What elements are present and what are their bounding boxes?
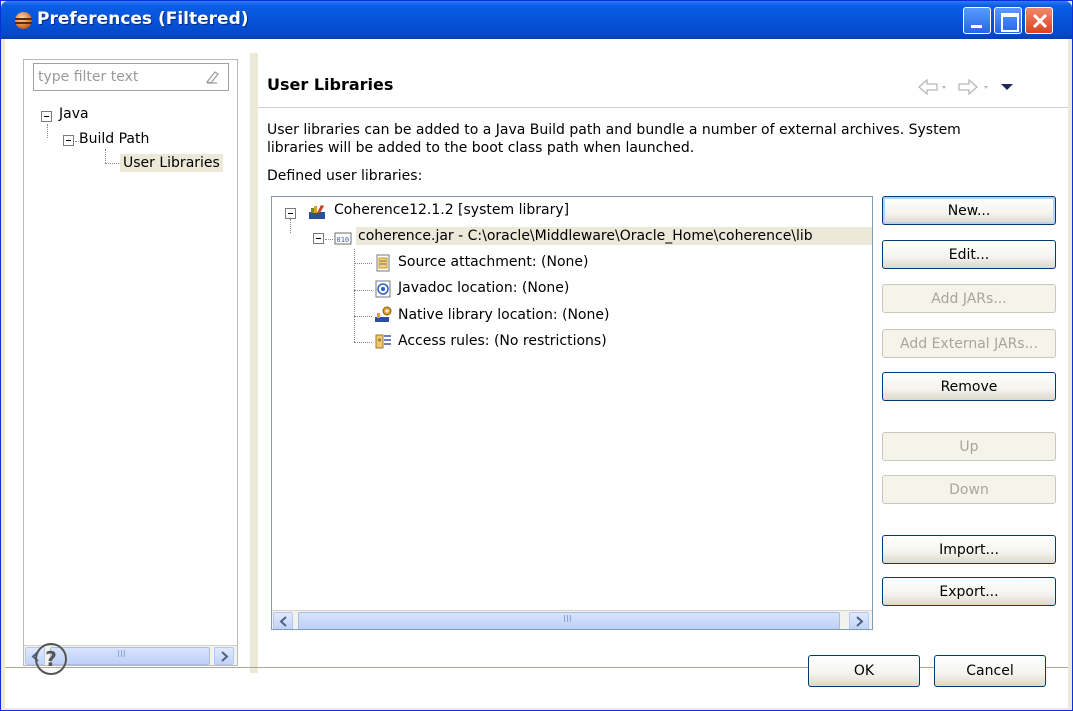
pane-divider[interactable] [250,53,258,673]
title-bar[interactable]: Preferences (Filtered) [1,1,1072,39]
description-line: libraries will be added to the boot clas… [267,140,695,156]
export-button[interactable]: Export... [882,577,1056,606]
chevron-right-icon [221,651,229,662]
ok-button[interactable]: OK [808,655,920,687]
library-horizontal-scrollbar[interactable]: III [272,610,872,629]
close-icon [1032,13,1048,29]
tree-connector [325,239,333,240]
tree-item-javadoc-location[interactable]: Javadoc location: (None) [398,280,569,296]
chevron-right-icon [856,616,864,627]
preference-tree-pane [23,59,238,666]
scroll-left-button[interactable] [273,612,293,629]
javadoc-icon [375,280,391,298]
tree-item-source-attachment[interactable]: Source attachment: (None) [398,254,588,270]
history-navigation [918,78,1013,96]
forward-arrow-icon[interactable] [958,78,988,96]
remove-button[interactable]: Remove [882,372,1056,401]
user-library-tree[interactable]: Coherence12.1.2 [system library] 010 coh… [271,196,873,630]
scroll-thumb[interactable]: III [50,647,210,665]
tree-connector [105,149,106,163]
access-rules-icon [375,334,391,349]
clear-filter-icon[interactable] [204,69,220,85]
new-button[interactable]: New... [882,196,1056,225]
help-icon[interactable]: ? [35,643,67,675]
tree-connector [354,342,372,343]
tree-item-build-path[interactable]: Build Path [79,131,149,147]
description-line: User libraries can be added to a Java Bu… [267,122,961,138]
dialog-content: Java Build Path User Libraries III User … [5,39,1068,708]
view-menu-icon[interactable] [1001,84,1013,90]
tree-item-user-libraries[interactable]: User Libraries [120,154,223,172]
collapse-java-icon[interactable] [41,111,52,122]
scroll-grip-icon: III [117,649,126,660]
tree-item-jar[interactable]: coherence.jar - C:\oracle\Middleware\Ora… [356,227,872,245]
close-button[interactable] [1025,7,1053,34]
scroll-right-button[interactable] [849,612,869,629]
tree-connector [47,124,48,138]
svg-text:010: 010 [337,236,350,244]
filter-input[interactable] [38,65,198,89]
cancel-button[interactable]: Cancel [934,655,1046,687]
page-description: User libraries can be added to a Java Bu… [267,121,1037,157]
up-button[interactable]: Up [882,432,1056,461]
source-attachment-icon [376,254,390,272]
scroll-right-button[interactable] [214,647,234,665]
down-button[interactable]: Down [882,475,1056,504]
library-icon [309,205,325,219]
defined-libraries-label: Defined user libraries: [267,168,423,184]
window-title: Preferences (Filtered) [37,9,249,29]
tree-connector [290,219,291,233]
collapse-jar-icon[interactable] [313,233,324,244]
tree-connector [105,163,119,164]
header-separator [258,107,1068,108]
preferences-window: Preferences (Filtered) Java Build Path U… [0,0,1073,711]
scroll-thumb[interactable]: III [298,612,840,629]
tree-item-access-rules[interactable]: Access rules: (No restrictions) [398,333,607,349]
add-external-jars-button[interactable]: Add External JARs... [882,329,1056,358]
page-title: User Libraries [267,75,394,94]
tree-connector [354,316,372,317]
collapse-library-icon[interactable] [285,208,296,219]
edit-button[interactable]: Edit... [882,240,1056,269]
native-library-icon [375,306,392,322]
eclipse-icon [15,12,32,29]
add-jars-button[interactable]: Add JARs... [882,284,1056,313]
tree-item-native-library[interactable]: Native library location: (None) [398,307,609,323]
import-button[interactable]: Import... [882,535,1056,564]
back-arrow-icon[interactable] [918,78,946,96]
jar-icon: 010 [334,232,352,245]
scroll-grip-icon: III [563,614,572,625]
tree-item-library[interactable]: Coherence12.1.2 [system library] [334,202,569,218]
tree-connector [354,290,372,291]
chevron-left-icon [279,616,287,627]
tree-connector [354,263,372,264]
tree-item-java[interactable]: Java [59,106,89,122]
collapse-build-path-icon[interactable] [63,135,74,146]
minimize-button[interactable] [963,7,991,34]
filter-field[interactable] [33,63,229,91]
maximize-button[interactable] [994,7,1022,34]
